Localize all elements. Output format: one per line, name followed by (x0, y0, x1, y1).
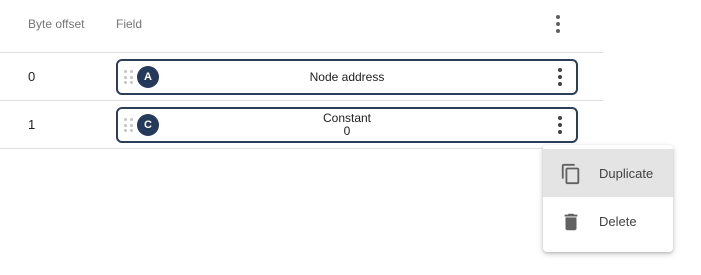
menu-item-label: Duplicate (599, 166, 654, 181)
table-row: 0 A Node address (0, 53, 603, 101)
field-chip[interactable]: A Node address (116, 59, 578, 95)
field-header: Field (116, 17, 143, 31)
table-row: 1 C Constant 0 (0, 101, 603, 149)
copy-icon (561, 163, 580, 185)
menu-item-duplicate[interactable]: Duplicate (543, 149, 673, 197)
menu-item-label: Delete (599, 214, 637, 229)
table-header: Byte offset Field (0, 0, 603, 53)
menu-item-delete[interactable]: Delete (543, 197, 673, 245)
header-more-options-icon[interactable] (546, 12, 570, 36)
byte-offset-value: 1 (28, 117, 36, 132)
field-label: Node address (309, 69, 385, 84)
byte-offset-value: 0 (28, 69, 36, 84)
field-more-options-icon[interactable] (548, 65, 572, 89)
field-chip[interactable]: C Constant 0 (116, 107, 578, 143)
byte-layout-table: Byte offset Field 0 A Node address 1 C C… (0, 0, 603, 149)
field-more-options-icon[interactable] (548, 113, 572, 137)
trash-icon (564, 213, 578, 231)
field-label-group: Constant 0 (118, 109, 576, 141)
context-menu: Duplicate Delete (543, 145, 673, 252)
byte-offset-header: Byte offset (28, 17, 85, 31)
field-label-group: Node address (118, 61, 576, 93)
field-value: 0 (343, 124, 351, 138)
